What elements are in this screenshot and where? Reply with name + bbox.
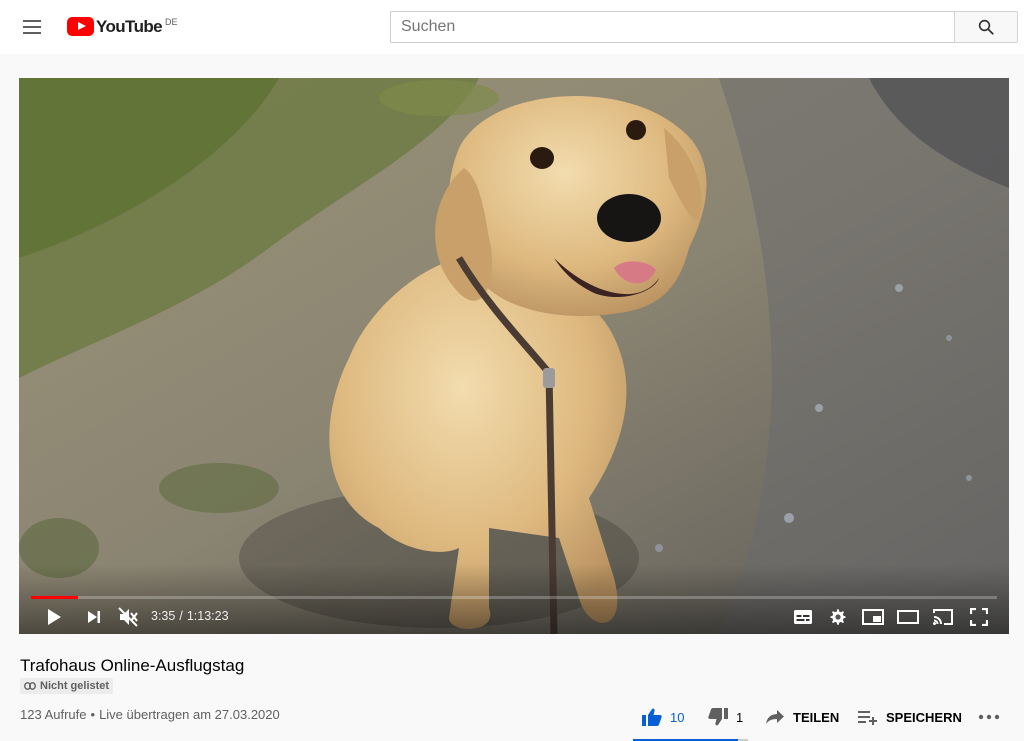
settings-gear-icon: [830, 609, 846, 625]
time-separator: /: [179, 609, 183, 623]
miniplayer-icon: [862, 609, 884, 625]
share-button[interactable]: TEILEN: [765, 706, 839, 728]
mute-button[interactable]: [115, 603, 141, 631]
more-actions-button[interactable]: [978, 706, 1000, 728]
search-icon: [978, 19, 994, 35]
next-button[interactable]: [81, 603, 107, 631]
next-icon: [88, 611, 100, 623]
theater-mode-icon: [897, 610, 919, 624]
more-icon: [978, 714, 1000, 720]
play-icon: [48, 609, 61, 625]
masthead: YouTube DE: [0, 0, 1024, 54]
theater-mode-button[interactable]: [896, 603, 920, 631]
duration: 1:13:23: [186, 609, 229, 623]
youtube-logo-icon: [67, 17, 94, 36]
visibility-label: Nicht gelistet: [40, 680, 110, 692]
play-button[interactable]: [41, 603, 67, 631]
fullscreen-icon: [970, 608, 988, 626]
video-title: Trafohaus Online-Ausflugstag: [20, 656, 245, 675]
unlisted-badge: Nicht gelistet: [20, 678, 114, 694]
settings-button[interactable]: [826, 603, 850, 631]
search-button[interactable]: [954, 11, 1018, 43]
country-code: DE: [165, 17, 178, 27]
share-label: TEILEN: [793, 709, 840, 725]
search-box: [390, 11, 955, 43]
subtitles-button[interactable]: [791, 603, 815, 631]
video-player[interactable]: 3:35 / 1:13:23: [19, 78, 1009, 634]
progress-played: [31, 596, 79, 599]
thumbs-up-icon: [642, 708, 662, 726]
view-info: 123 Aufrufe • Live übertragen am 27.03.2…: [20, 707, 280, 722]
time-display: 3:35 / 1:13:23: [151, 609, 229, 623]
view-count: 123 Aufrufe: [20, 707, 87, 722]
separator-dot: •: [90, 707, 96, 722]
subtitles-icon: [794, 610, 812, 624]
guide-menu-button[interactable]: [20, 15, 44, 39]
save-button[interactable]: SPEICHERN: [858, 706, 962, 728]
like-button[interactable]: 10: [642, 706, 684, 728]
mute-icon: [118, 607, 138, 627]
cast-button[interactable]: [931, 603, 955, 631]
link-icon: [24, 682, 36, 690]
fullscreen-button[interactable]: [967, 603, 991, 631]
stream-date: Live übertragen am 27.03.2020: [99, 707, 280, 722]
dislike-button[interactable]: 1: [708, 706, 743, 728]
like-count: 10: [670, 709, 685, 725]
share-icon: [766, 710, 784, 724]
save-label: SPEICHERN: [886, 709, 962, 725]
search-input[interactable]: [391, 12, 954, 42]
youtube-logo[interactable]: YouTube DE: [67, 16, 178, 38]
cast-icon: [933, 609, 953, 625]
playlist-add-icon: [858, 711, 877, 725]
miniplayer-button[interactable]: [861, 603, 885, 631]
current-time: 3:35: [151, 609, 176, 623]
progress-bar[interactable]: [31, 596, 997, 599]
dislike-count: 1: [736, 709, 744, 725]
thumbs-down-icon: [708, 708, 728, 726]
video-frame[interactable]: [19, 78, 1009, 634]
logo-text: YouTube: [96, 17, 163, 36]
